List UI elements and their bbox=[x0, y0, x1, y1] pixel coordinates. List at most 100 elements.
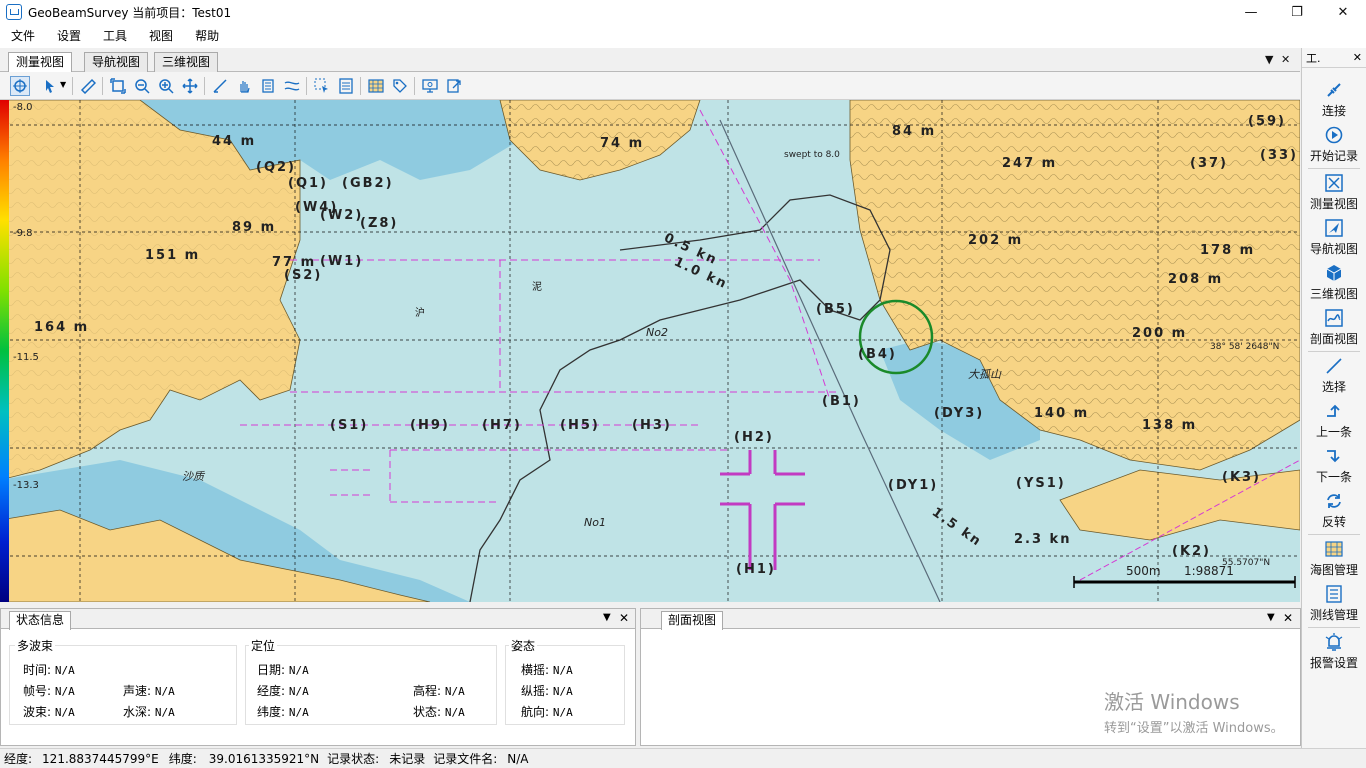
menu-help[interactable]: 帮助 bbox=[184, 24, 230, 48]
zoom-in-button[interactable] bbox=[156, 76, 176, 96]
status-info-panel: 状态信息 ▼ ✕ 多波束 时间: N/A 帧号: N/A 声速: N/A 波束:… bbox=[0, 608, 636, 746]
close-button[interactable]: ✕ bbox=[1320, 0, 1366, 24]
tab-dropdown-icon[interactable]: ▼ bbox=[1265, 53, 1273, 66]
height-label: 140 m bbox=[1034, 406, 1090, 421]
chart-layers-button[interactable] bbox=[366, 76, 386, 96]
status-dropdown-icon[interactable]: ▼ bbox=[603, 612, 611, 623]
3d-view-button[interactable]: 三维视图 bbox=[1302, 263, 1366, 302]
height-label: 151 m bbox=[145, 248, 201, 263]
line-draw-icon bbox=[213, 79, 227, 93]
feature-label: (H2) bbox=[734, 430, 774, 445]
tab-nav-view[interactable]: 导航视图 bbox=[84, 52, 149, 72]
tool-panel-close-icon[interactable]: ✕ bbox=[1353, 51, 1362, 64]
down-icon bbox=[1324, 446, 1344, 466]
feature-label: (W2) bbox=[320, 208, 364, 223]
multibeam-title: 多波束 bbox=[15, 637, 56, 654]
chart-manage-button[interactable]: 海图管理 bbox=[1302, 539, 1366, 578]
height-label: 208 m bbox=[1168, 272, 1224, 287]
profile-close-icon[interactable]: ✕ bbox=[1283, 611, 1293, 625]
swept-depth-label: swept to 8.0 bbox=[784, 150, 840, 160]
att-pitch-field: 纵摇: N/A bbox=[521, 682, 573, 699]
measure-mode-button[interactable] bbox=[10, 76, 30, 96]
previous-line-button[interactable]: 上一条 bbox=[1302, 401, 1366, 440]
tab-status-info[interactable]: 状态信息 bbox=[9, 611, 72, 630]
pos-lat-field: 纬度: N/A bbox=[257, 703, 309, 720]
zoom-out-button[interactable] bbox=[132, 76, 152, 96]
reverse-label: 反转 bbox=[1321, 515, 1346, 529]
measure-view-label: 测量视图 bbox=[1309, 197, 1358, 211]
feature-label: (B4) bbox=[858, 347, 897, 362]
sb-file-value: N/A bbox=[507, 751, 529, 766]
route-button[interactable] bbox=[282, 76, 302, 96]
pos-date-label: 日期: bbox=[257, 663, 286, 677]
profile-dropdown-icon[interactable]: ▼ bbox=[1267, 612, 1275, 623]
feature-label: (W1) bbox=[320, 254, 364, 269]
att-heading-value: N/A bbox=[552, 706, 573, 719]
att-roll-value: N/A bbox=[552, 664, 573, 677]
connect-button[interactable]: 连接 bbox=[1302, 80, 1366, 119]
height-label: 74 m bbox=[600, 136, 645, 151]
scale-ratio: 1:98871 bbox=[1184, 564, 1234, 578]
start-record-button[interactable]: 开始记录 bbox=[1302, 125, 1366, 164]
feature-label: (K3) bbox=[1222, 470, 1262, 485]
ruler-button[interactable] bbox=[78, 76, 98, 96]
tab-profile-view[interactable]: 剖面视图 bbox=[661, 611, 724, 630]
feature-label: (YS1) bbox=[1016, 476, 1066, 491]
toolbar-separator bbox=[204, 77, 205, 95]
nav-view-button[interactable]: 导航视图 bbox=[1302, 218, 1366, 257]
menu-tools[interactable]: 工具 bbox=[92, 24, 138, 48]
place-name-label: 大孤山 bbox=[968, 368, 1001, 381]
feature-label: (B1) bbox=[822, 394, 861, 409]
depth-color-scale bbox=[0, 100, 9, 602]
depth-label-top: -8.0 bbox=[13, 102, 33, 113]
measure-view-button[interactable]: 测量视图 bbox=[1302, 173, 1366, 212]
profile-view-button[interactable]: 剖面视图 bbox=[1302, 308, 1366, 347]
tool-panel-header: 工. ✕ bbox=[1302, 48, 1366, 68]
menu-file[interactable]: 文件 bbox=[0, 24, 46, 48]
pointer-dropdown-icon[interactable]: ▼ bbox=[60, 80, 66, 89]
feature-label: (33) bbox=[1260, 148, 1298, 163]
hand-button[interactable] bbox=[234, 76, 254, 96]
chart-map-canvas[interactable]: -8.0 -9.8 -11.5 -13.3 44 m 89 m 151 m 16… bbox=[0, 100, 1300, 602]
pointer-button[interactable] bbox=[40, 76, 60, 96]
next-line-button[interactable]: 下一条 bbox=[1302, 446, 1366, 485]
pan-icon bbox=[182, 78, 198, 94]
export-icon bbox=[447, 79, 461, 93]
reverse-button[interactable]: 反转 bbox=[1302, 491, 1366, 530]
pos-lon-field: 经度: N/A bbox=[257, 682, 309, 699]
select-area-button[interactable] bbox=[312, 76, 332, 96]
export-button[interactable] bbox=[444, 76, 464, 96]
list-button[interactable] bbox=[336, 76, 356, 96]
pos-lat-label: 纬度: bbox=[257, 705, 286, 719]
pos-state-field: 状态: N/A bbox=[413, 703, 465, 720]
zoom-extent-button[interactable] bbox=[108, 76, 128, 96]
minimize-button[interactable]: — bbox=[1228, 0, 1274, 24]
tab-close-icon[interactable]: ✕ bbox=[1281, 53, 1290, 66]
feature-label: (K2) bbox=[1172, 544, 1212, 559]
feature-label: (H7) bbox=[482, 418, 522, 433]
tab-3d-view[interactable]: 三维视图 bbox=[154, 52, 219, 72]
route-icon bbox=[284, 81, 300, 91]
mb-sound-label: 声速: bbox=[123, 684, 152, 698]
tag-button[interactable] bbox=[390, 76, 410, 96]
alarm-settings-button[interactable]: 报警设置 bbox=[1302, 632, 1366, 671]
status-close-icon[interactable]: ✕ bbox=[619, 611, 629, 625]
select-button[interactable]: 选择 bbox=[1302, 356, 1366, 395]
draw-line-button[interactable] bbox=[210, 76, 230, 96]
tab-measure-view[interactable]: 测量视图 bbox=[8, 52, 73, 73]
window-controls: — ❐ ✕ bbox=[1228, 0, 1366, 24]
menu-view[interactable]: 视图 bbox=[138, 24, 184, 48]
tool-separator bbox=[1308, 168, 1360, 169]
monitor-button[interactable] bbox=[420, 76, 440, 96]
3d-view-label: 三维视图 bbox=[1309, 287, 1358, 301]
nautical-chart bbox=[0, 100, 1300, 602]
page-layout-button[interactable] bbox=[258, 76, 278, 96]
sb-lon-value: 121.8837445799°E bbox=[42, 751, 159, 766]
line-manage-button[interactable]: 测线管理 bbox=[1302, 584, 1366, 623]
measure-view-icon bbox=[1324, 173, 1344, 193]
pan-button[interactable] bbox=[180, 76, 200, 96]
line-manage-label: 测线管理 bbox=[1309, 608, 1358, 622]
menu-settings[interactable]: 设置 bbox=[46, 24, 92, 48]
restore-button[interactable]: ❐ bbox=[1274, 0, 1320, 24]
pos-lon-label: 经度: bbox=[257, 684, 286, 698]
